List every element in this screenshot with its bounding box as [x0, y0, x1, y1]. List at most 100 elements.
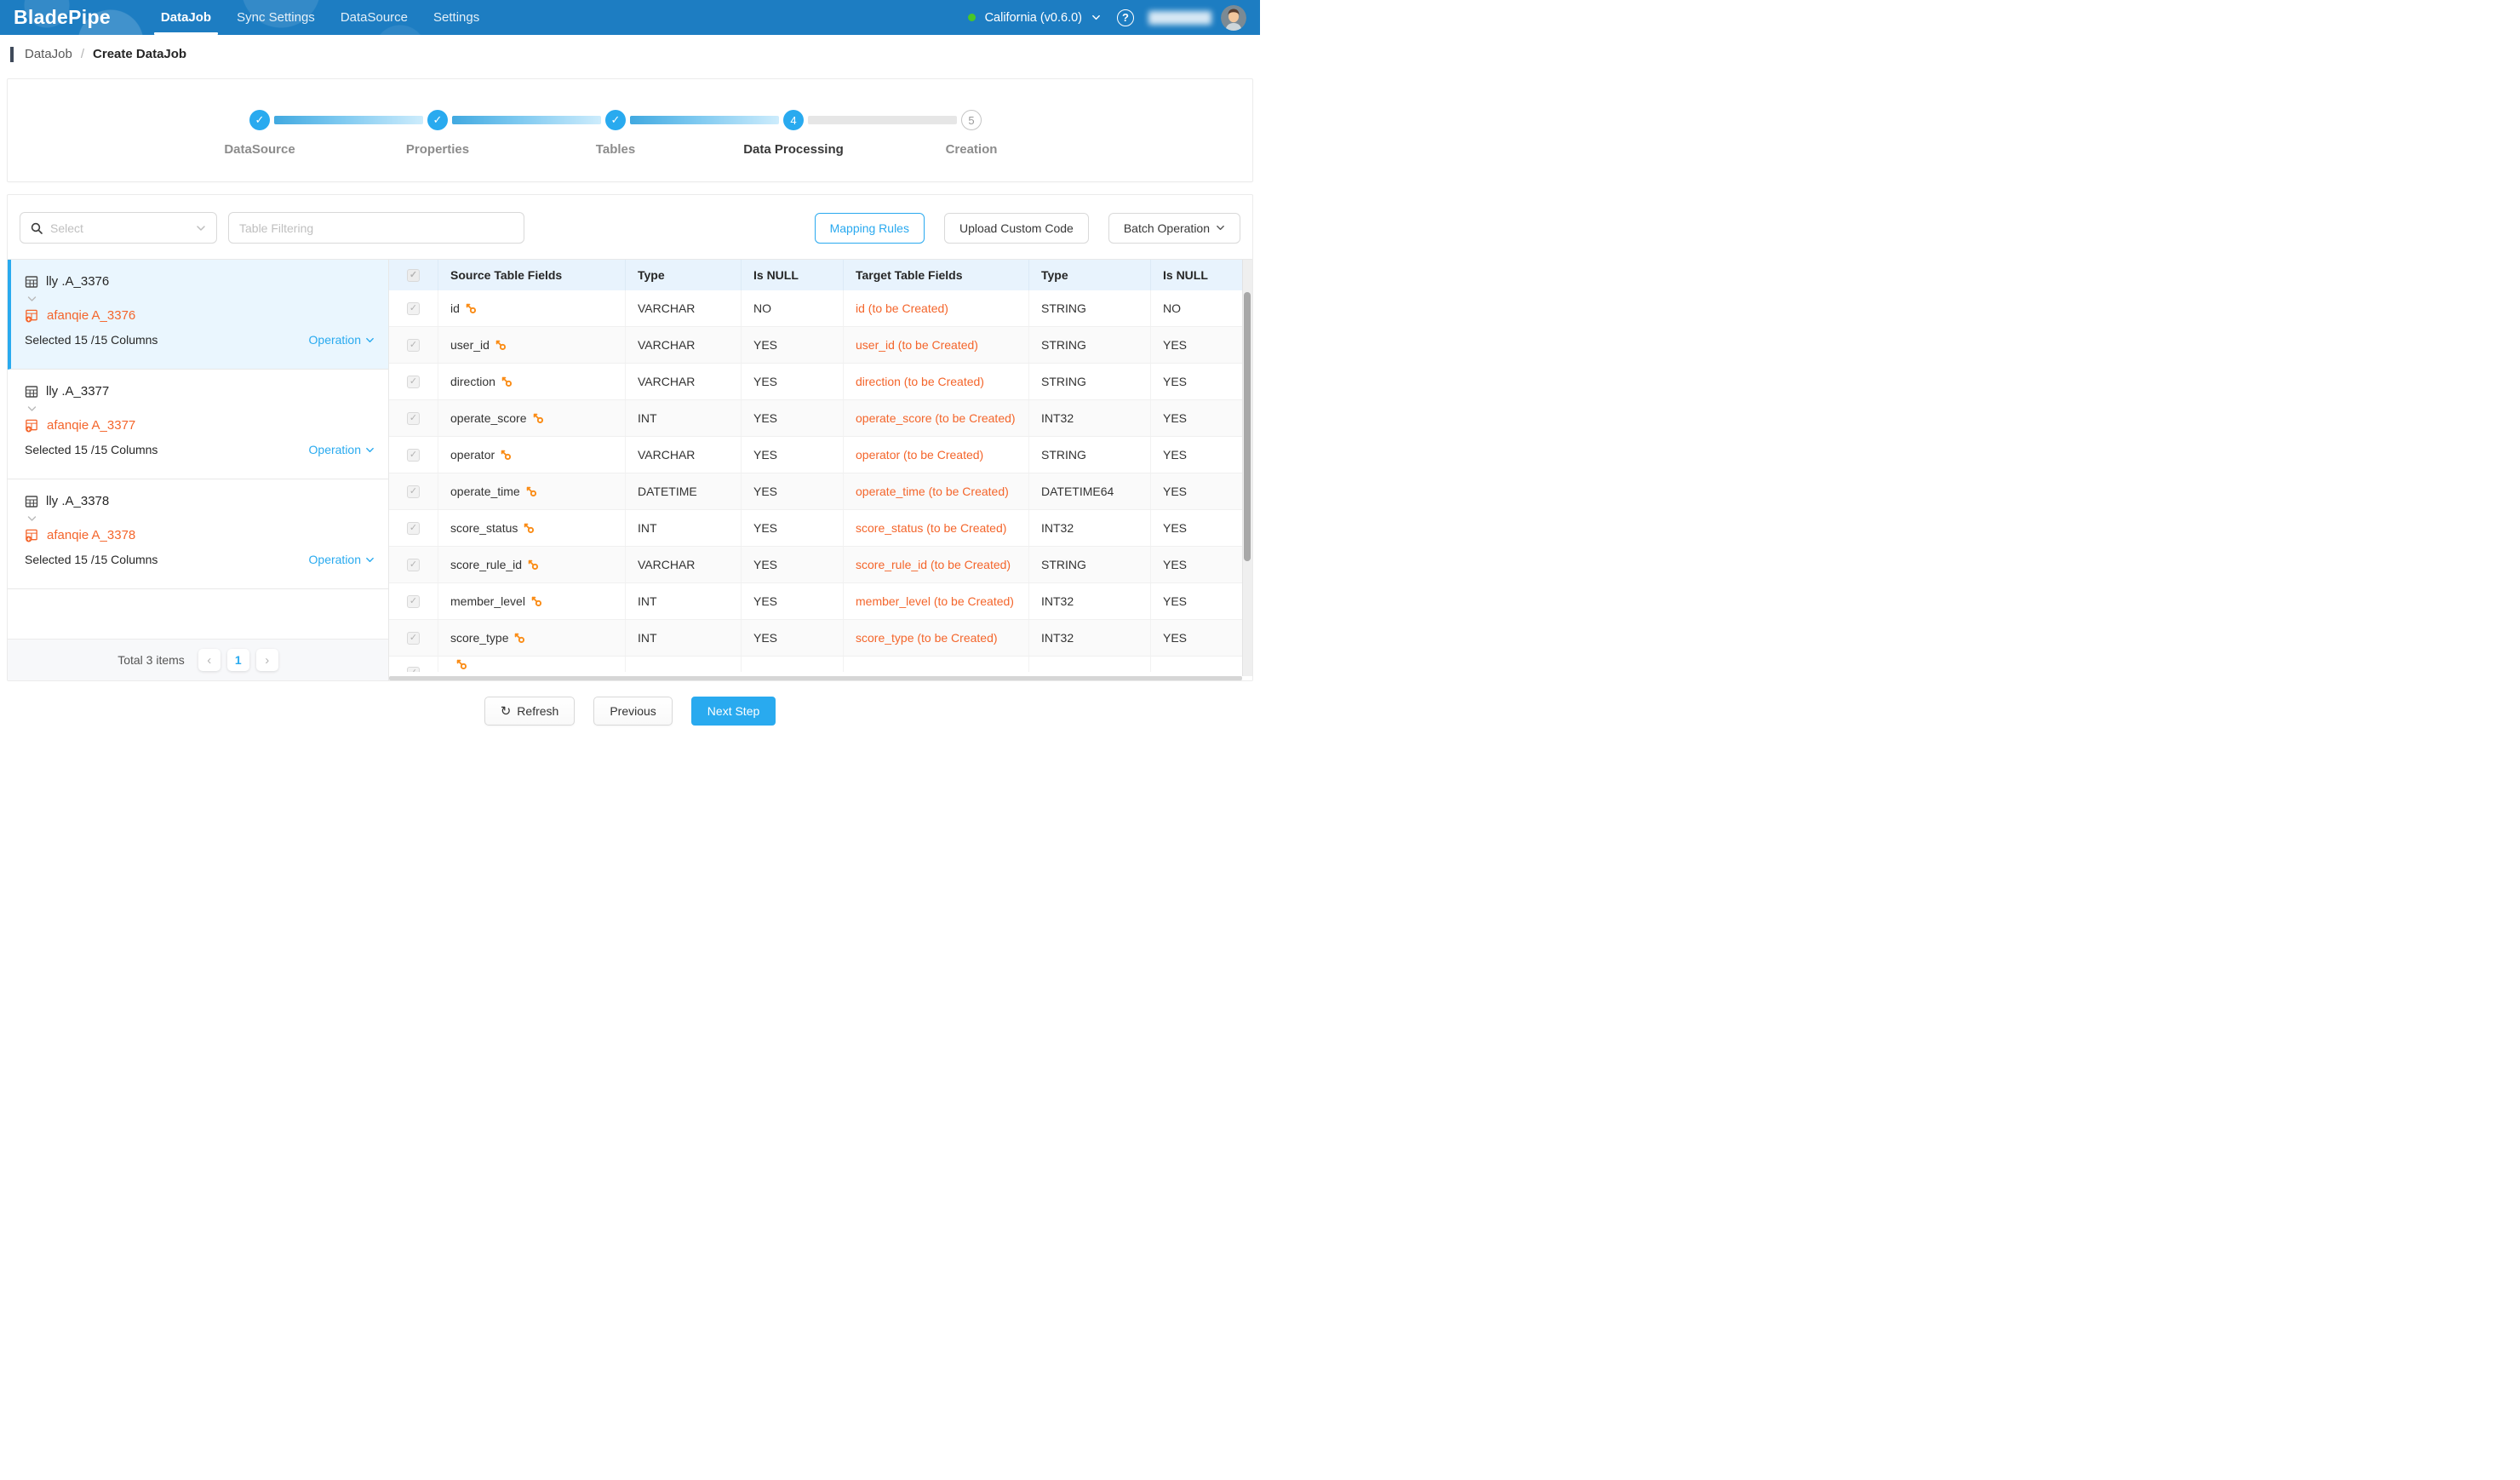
table-mapping-card[interactable]: lly .A_3377 afanqie A_3377 Selected 15 /… — [8, 370, 388, 479]
nav-tab[interactable]: DataSource — [328, 0, 421, 35]
row-checkbox[interactable]: ✓ — [407, 302, 420, 315]
row-checkbox[interactable]: ✓ — [407, 412, 420, 425]
batch-operation-chevron-down-icon — [1216, 223, 1225, 232]
region-chevron-down-icon[interactable] — [1091, 13, 1101, 22]
step-label: Properties — [406, 142, 469, 157]
primary-key-icon — [501, 376, 513, 387]
source-field-nullable: YES — [742, 327, 844, 363]
table-mapping-card[interactable]: lly .A_3376 afanqie A_3376 Selected 15 /… — [8, 260, 388, 370]
row-checkbox[interactable]: ✓ — [407, 485, 420, 498]
step-circle-tables: ✓ — [605, 110, 626, 130]
target-field-type: DATETIME64 — [1029, 473, 1151, 509]
expand-chevron-down-icon[interactable] — [26, 294, 375, 304]
next-step-button[interactable]: Next Step — [691, 697, 776, 726]
help-icon[interactable]: ? — [1117, 9, 1134, 26]
primary-key-icon — [532, 412, 544, 424]
source-field-type: VARCHAR — [626, 547, 742, 582]
select-all-checkbox[interactable]: ✓ — [407, 269, 420, 282]
batch-operation-button[interactable]: Batch Operation — [1108, 213, 1240, 244]
vertical-scrollbar-track[interactable] — [1242, 260, 1252, 676]
row-checkbox[interactable]: ✓ — [407, 595, 420, 608]
nav-tab-label: DataSource — [341, 10, 408, 25]
upload-custom-code-button[interactable]: Upload Custom Code — [944, 213, 1089, 244]
horizontal-scrollbar-thumb[interactable] — [389, 676, 1242, 680]
operation-dropdown[interactable]: Operation — [309, 553, 375, 566]
row-checkbox[interactable]: ✓ — [407, 449, 420, 462]
stepper-connector — [452, 116, 601, 124]
step-label: Tables — [596, 142, 635, 157]
table-row: ✓ id VARCHAR NO id (to be Created) STRIN… — [389, 290, 1242, 327]
footer-actions: ↻ Refresh Previous Next Step — [0, 697, 1260, 726]
table-filtering-input[interactable] — [228, 212, 524, 244]
active-tab-underline — [154, 32, 218, 35]
target-field-type: STRING — [1029, 364, 1151, 399]
row-checkbox[interactable]: ✓ — [407, 667, 420, 672]
target-field-nullable: YES — [1151, 364, 1242, 399]
target-field-nullable: YES — [1151, 547, 1242, 582]
source-field-type: VARCHAR — [626, 290, 742, 326]
header-source-field: Source Table Fields — [438, 260, 626, 290]
expand-chevron-down-icon[interactable] — [26, 513, 375, 524]
operation-dropdown[interactable]: Operation — [309, 333, 375, 347]
table-row: ✓ operate_score INT YES operate_score (t… — [389, 400, 1242, 437]
source-field-name: operator — [450, 447, 495, 463]
table-list-panel: lly .A_3376 afanqie A_3376 Selected 15 /… — [8, 260, 389, 680]
primary-key-icon — [495, 339, 507, 351]
operation-dropdown[interactable]: Operation — [309, 443, 375, 456]
header-target-field: Target Table Fields — [844, 260, 1029, 290]
source-field-name: id — [450, 301, 460, 317]
table-row: ✓ member_level INT YES member_level (to … — [389, 583, 1242, 620]
refresh-button[interactable]: ↻ Refresh — [484, 697, 576, 726]
username-redacted — [1148, 11, 1211, 25]
app-logo[interactable]: BladePipe — [14, 6, 111, 29]
nav-tab[interactable]: Settings — [421, 0, 492, 35]
source-table-icon — [25, 495, 38, 508]
pagination-next-button[interactable]: › — [256, 649, 278, 671]
primary-key-icon — [455, 658, 467, 670]
target-table-icon — [25, 418, 39, 433]
breadcrumb-parent[interactable]: DataJob — [25, 47, 72, 61]
source-field-type: INT — [626, 400, 742, 436]
content-split: lly .A_3376 afanqie A_3376 Selected 15 /… — [8, 259, 1252, 680]
row-checkbox[interactable]: ✓ — [407, 339, 420, 352]
pagination-prev-button[interactable]: ‹ — [198, 649, 220, 671]
target-field-name: operate_score (to be Created) — [844, 400, 1029, 436]
mapping-rules-button[interactable]: Mapping Rules — [815, 213, 925, 244]
row-checkbox[interactable]: ✓ — [407, 559, 420, 571]
target-field-name: id (to be Created) — [844, 290, 1029, 326]
search-icon — [31, 222, 43, 234]
page-title: Create DataJob — [93, 47, 186, 61]
expand-chevron-down-icon[interactable] — [26, 404, 375, 414]
nav-tab-label: Sync Settings — [237, 10, 315, 25]
nav-tab[interactable]: DataJob — [148, 0, 224, 35]
user-avatar[interactable] — [1221, 5, 1246, 31]
source-field-nullable: YES — [742, 620, 844, 656]
row-checkbox[interactable]: ✓ — [407, 632, 420, 645]
source-field-name: score_status — [450, 520, 518, 536]
region-version-selector[interactable]: California (v0.6.0) — [985, 11, 1082, 25]
target-field-nullable: NO — [1151, 290, 1242, 326]
target-field-type: INT32 — [1029, 400, 1151, 436]
target-field-name: score_rule_id (to be Created) — [844, 547, 1029, 582]
row-checkbox[interactable]: ✓ — [407, 522, 420, 535]
header-target-type: Type — [1029, 260, 1151, 290]
primary-key-icon — [523, 522, 535, 534]
source-field-type: VARCHAR — [626, 437, 742, 473]
field-mapping-table: ✓ Source Table Fields Type Is NULL Targe… — [389, 260, 1252, 680]
target-field-name: direction (to be Created) — [844, 364, 1029, 399]
source-field-type: VARCHAR — [626, 364, 742, 399]
step-label: DataSource — [224, 142, 295, 157]
row-checkbox[interactable]: ✓ — [407, 376, 420, 388]
nav-tab-label: Settings — [433, 10, 479, 25]
previous-button[interactable]: Previous — [593, 697, 672, 726]
pagination-page-1[interactable]: 1 — [227, 649, 249, 671]
search-select-dropdown[interactable]: Select — [20, 212, 217, 244]
source-field-name: user_id — [450, 337, 490, 353]
target-field-name — [844, 657, 1029, 672]
vertical-scrollbar-thumb[interactable] — [1244, 292, 1251, 561]
target-field-nullable: YES — [1151, 400, 1242, 436]
table-mapping-card[interactable]: lly .A_3378 afanqie A_3378 Selected 15 /… — [8, 479, 388, 589]
table-row: ✓ user_id VARCHAR YES user_id (to be Cre… — [389, 327, 1242, 364]
nav-tab[interactable]: Sync Settings — [224, 0, 328, 35]
target-field-nullable: YES — [1151, 437, 1242, 473]
